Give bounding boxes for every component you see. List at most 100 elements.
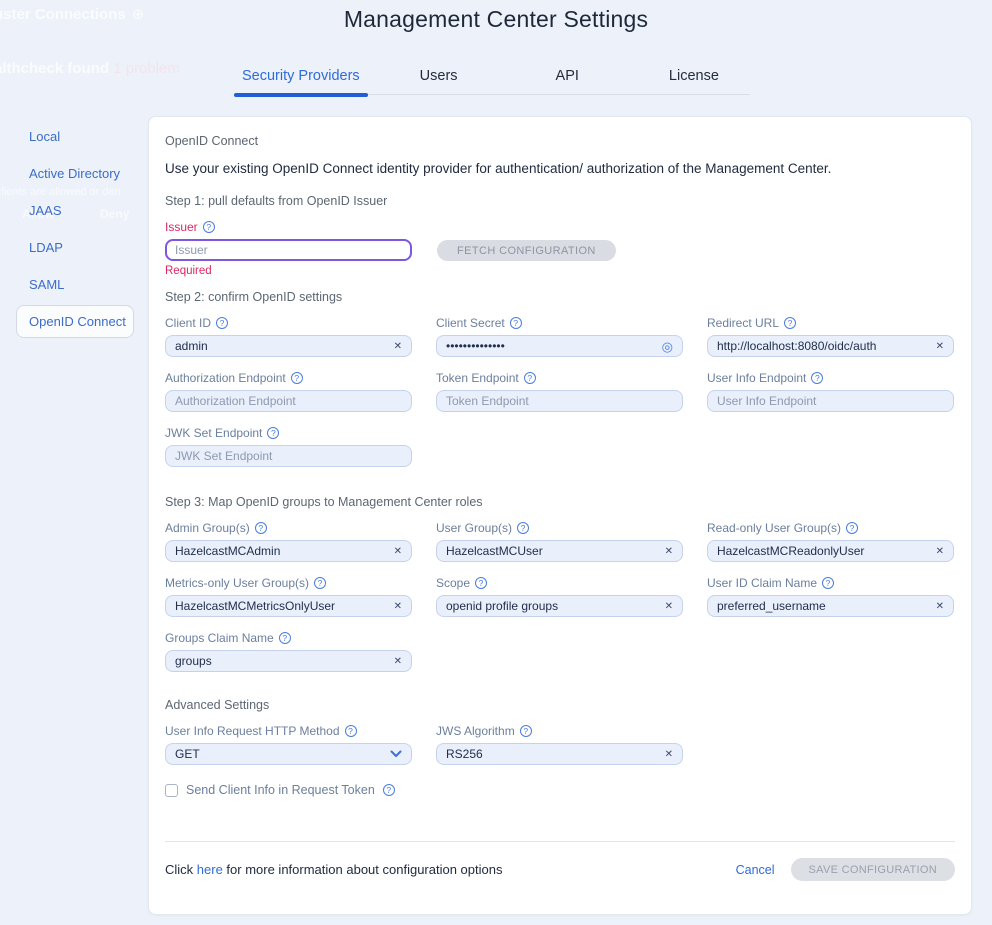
sidebar-item-saml[interactable]: SAML [16, 268, 134, 301]
eye-icon[interactable]: ◎ [662, 340, 673, 353]
user-groups-label: User Group(s)? [436, 521, 683, 535]
field-jws-algorithm: JWS Algorithm? RS256 ✕ [436, 724, 683, 765]
help-icon[interactable]: ? [203, 221, 215, 233]
client-id-input[interactable]: admin ✕ [165, 335, 412, 357]
help-icon[interactable]: ? [524, 372, 536, 384]
help-icon[interactable]: ? [314, 577, 326, 589]
field-scope: Scope? openid profile groups ✕ [436, 576, 683, 617]
help-icon[interactable]: ? [279, 632, 291, 644]
field-user-groups: User Group(s)? HazelcastMCUser ✕ [436, 521, 683, 562]
clear-icon[interactable]: ✕ [394, 546, 402, 557]
help-icon[interactable]: ? [517, 522, 529, 534]
step3-heading: Step 3: Map OpenID groups to Management … [165, 495, 955, 509]
help-icon[interactable]: ? [822, 577, 834, 589]
sidebar-item-active-directory[interactable]: Active Directory [16, 157, 134, 190]
readonly-groups-input[interactable]: HazelcastMCReadonlyUser ✕ [707, 540, 954, 562]
footer-info-text: Click here for more information about co… [165, 862, 502, 877]
sidebar-item-local[interactable]: Local [16, 120, 134, 153]
authorization-endpoint-label: Authorization Endpoint? [165, 371, 412, 385]
jws-algorithm-input[interactable]: RS256 ✕ [436, 743, 683, 765]
panel-description: Use your existing OpenID Connect identit… [165, 161, 955, 176]
issuer-input[interactable]: Issuer [165, 239, 412, 261]
send-client-info-row: Send Client Info in Request Token ? [165, 783, 955, 797]
help-icon[interactable]: ? [811, 372, 823, 384]
clear-icon[interactable]: ✕ [394, 341, 402, 352]
openid-connect-panel: OpenID Connect Use your existing OpenID … [148, 116, 972, 915]
help-icon[interactable]: ? [255, 522, 267, 534]
user-info-endpoint-input[interactable]: User Info Endpoint [707, 390, 954, 412]
clear-icon[interactable]: ✕ [394, 656, 402, 667]
metrics-groups-label: Metrics-only User Group(s)? [165, 576, 412, 590]
http-method-select[interactable]: GET [165, 743, 412, 765]
token-endpoint-input[interactable]: Token Endpoint [436, 390, 683, 412]
field-groups-claim: Groups Claim Name? groups ✕ [165, 631, 412, 672]
user-id-claim-label: User ID Claim Name? [707, 576, 954, 590]
tab-users[interactable]: Users [412, 62, 466, 94]
field-user-info-endpoint: User Info Endpoint? User Info Endpoint [707, 371, 954, 412]
help-icon[interactable]: ? [784, 317, 796, 329]
panel-heading: OpenID Connect [165, 134, 955, 148]
cancel-button[interactable]: Cancel [736, 863, 775, 877]
clear-icon[interactable]: ✕ [936, 601, 944, 612]
help-icon[interactable]: ? [291, 372, 303, 384]
help-icon[interactable]: ? [345, 725, 357, 737]
ghost-healthcheck: althcheck found 1 problem [0, 60, 180, 77]
field-redirect-url: Redirect URL? http://localhost:8080/oidc… [707, 316, 954, 357]
help-icon[interactable]: ? [216, 317, 228, 329]
more-info-link[interactable]: here [197, 862, 223, 877]
fetch-configuration-button[interactable]: FETCH CONFIGURATION [437, 240, 616, 261]
admin-groups-input[interactable]: HazelcastMCAdmin ✕ [165, 540, 412, 562]
http-method-label: User Info Request HTTP Method? [165, 724, 412, 738]
sidebar-item-ldap[interactable]: LDAP [16, 231, 134, 264]
field-admin-groups: Admin Group(s)? HazelcastMCAdmin ✕ [165, 521, 412, 562]
clear-icon[interactable]: ✕ [936, 341, 944, 352]
security-provider-sidebar: Local Active Directory JAAS LDAP SAML Op… [16, 120, 134, 342]
metrics-groups-input[interactable]: HazelcastMCMetricsOnlyUser ✕ [165, 595, 412, 617]
tab-api[interactable]: API [548, 62, 587, 94]
step2-heading: Step 2: confirm OpenID settings [165, 290, 955, 304]
scope-input[interactable]: openid profile groups ✕ [436, 595, 683, 617]
help-icon[interactable]: ? [846, 522, 858, 534]
authorization-endpoint-input[interactable]: Authorization Endpoint [165, 390, 412, 412]
clear-icon[interactable]: ✕ [936, 546, 944, 557]
tab-license[interactable]: License [661, 62, 727, 94]
settings-tabs: Security Providers Users API License [234, 62, 750, 95]
sidebar-item-jaas[interactable]: JAAS [16, 194, 134, 227]
field-token-endpoint: Token Endpoint? Token Endpoint [436, 371, 683, 412]
user-id-claim-input[interactable]: preferred_username ✕ [707, 595, 954, 617]
field-user-id-claim: User ID Claim Name? preferred_username ✕ [707, 576, 954, 617]
clear-icon[interactable]: ✕ [665, 749, 673, 760]
field-metrics-groups: Metrics-only User Group(s)? HazelcastMCM… [165, 576, 412, 617]
help-icon[interactable]: ? [520, 725, 532, 737]
field-client-secret: Client Secret? •••••••••••••• ◎ [436, 316, 683, 357]
send-client-info-checkbox[interactable] [165, 784, 178, 797]
sidebar-item-openid-connect[interactable]: OpenID Connect [16, 305, 134, 338]
scope-label: Scope? [436, 576, 683, 590]
help-icon[interactable]: ? [383, 784, 395, 796]
field-client-id: Client ID? admin ✕ [165, 316, 412, 357]
tab-security-providers[interactable]: Security Providers [234, 62, 368, 94]
send-client-info-label: Send Client Info in Request Token [186, 783, 375, 797]
chevron-down-icon [390, 750, 402, 758]
issuer-placeholder: Issuer [175, 243, 402, 257]
groups-claim-input[interactable]: groups ✕ [165, 650, 412, 672]
save-configuration-button[interactable]: SAVE CONFIGURATION [791, 858, 955, 881]
clear-icon[interactable]: ✕ [665, 601, 673, 612]
clear-icon[interactable]: ✕ [665, 546, 673, 557]
field-jwk-set-endpoint: JWK Set Endpoint? JWK Set Endpoint [165, 426, 412, 467]
issuer-label: Issuer ? [165, 220, 955, 234]
advanced-settings-heading: Advanced Settings [165, 698, 955, 712]
issuer-required-error: Required [165, 265, 955, 277]
readonly-groups-label: Read-only User Group(s)? [707, 521, 954, 535]
field-readonly-groups: Read-only User Group(s)? HazelcastMCRead… [707, 521, 954, 562]
jwk-set-endpoint-input[interactable]: JWK Set Endpoint [165, 445, 412, 467]
help-icon[interactable]: ? [475, 577, 487, 589]
field-http-method: User Info Request HTTP Method? GET [165, 724, 412, 765]
token-endpoint-label: Token Endpoint? [436, 371, 683, 385]
redirect-url-input[interactable]: http://localhost:8080/oidc/auth ✕ [707, 335, 954, 357]
client-secret-input[interactable]: •••••••••••••• ◎ [436, 335, 683, 357]
help-icon[interactable]: ? [510, 317, 522, 329]
help-icon[interactable]: ? [267, 427, 279, 439]
user-groups-input[interactable]: HazelcastMCUser ✕ [436, 540, 683, 562]
clear-icon[interactable]: ✕ [394, 601, 402, 612]
